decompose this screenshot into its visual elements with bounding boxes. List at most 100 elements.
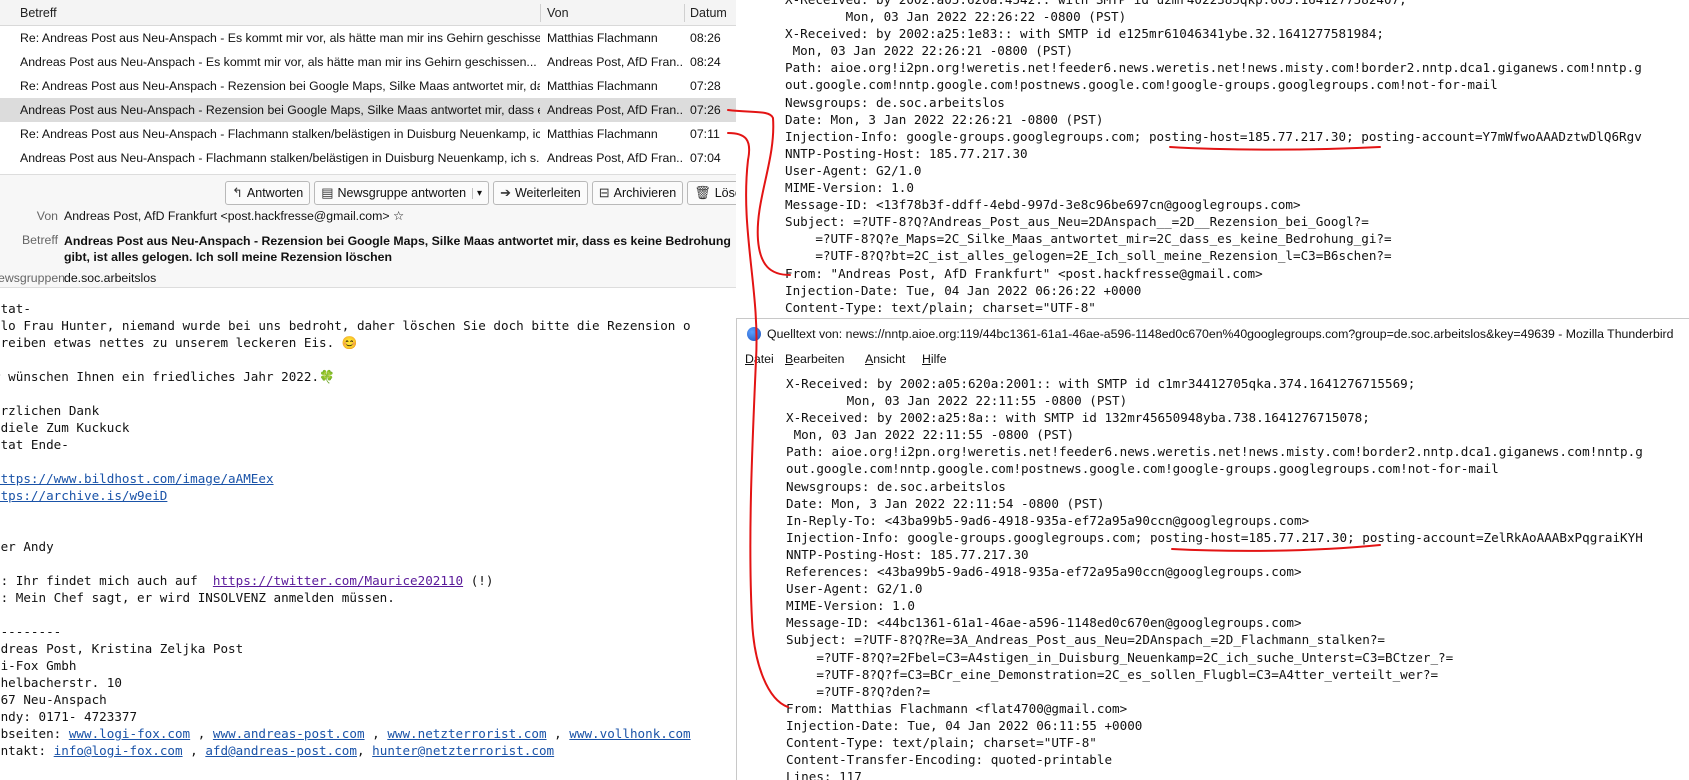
menu-edit[interactable]: Bearbeiten <box>785 352 844 366</box>
menu-view[interactable]: Ansicht <box>865 352 905 366</box>
column-from[interactable]: Von <box>547 6 569 20</box>
thread-row[interactable]: Andreas Post aus Neu-Anspach - Es kommt … <box>0 50 736 74</box>
reply-icon: ↰ <box>232 185 243 200</box>
reply-newsgroup-icon: ▤ <box>321 185 334 200</box>
source-line: In-Reply-To: <43ba99b5-9ad6-4918-935a-ef… <box>786 512 1310 528</box>
archive-icon: ⊟ <box>598 185 610 200</box>
source-text: X-Received: by 2002:a05:620a:4542:: with… <box>785 0 1642 316</box>
source-line: =?UTF-8?Q?bt=2C_ist_alles_gelogen=2E_Ich… <box>785 248 1392 264</box>
thread-subject: Andreas Post aus Neu-Anspach - Rezension… <box>20 103 540 117</box>
source-line: Message-ID: <13f78b3f-ddff-4ebd-997d-3e8… <box>785 197 1301 213</box>
window-titlebar[interactable]: Quelltext von: news://nntp.aioe.org:119/… <box>737 319 1689 349</box>
menu-bar: Datei Bearbeiten Ansicht Hilfe <box>737 349 1689 371</box>
thread-row[interactable]: Re: Andreas Post aus Neu-Anspach - Flach… <box>0 122 736 146</box>
source-line: Path: aioe.org!i2pn.org!weretis.net!feed… <box>786 444 1643 460</box>
source-line: User-Agent: G2/1.0 <box>786 581 923 597</box>
link[interactable]: https://www.bildhost.com/image/aAMEex <box>0 471 274 486</box>
delete-button[interactable]: 🗑 Löschen <box>687 181 736 205</box>
thread-row[interactable]: Re: Andreas Post aus Neu-Anspach - Es ko… <box>0 26 736 50</box>
from-label: Von <box>36 209 58 223</box>
from-value[interactable]: Andreas Post, AfD Frankfurt <post.hackfr… <box>64 209 404 223</box>
thread-row[interactable]: Re: Andreas Post aus Neu-Anspach - Rezen… <box>0 74 736 98</box>
reply-newsgroup-button[interactable]: ▤ Newsgruppe antworten ▾ <box>314 181 490 205</box>
source-line: Newsgroups: de.soc.arbeitslos <box>785 94 1005 110</box>
source-line: From: "Andreas Post, AfD Frankfurt" <pos… <box>785 265 1263 281</box>
thread-subject: Re: Andreas Post aus Neu-Anspach - Es ko… <box>20 31 540 45</box>
body-line: ner Andy <box>0 539 54 554</box>
body-line: llo Frau Hunter, niemand wurde bei uns b… <box>0 318 691 333</box>
thread-list: Re: Andreas Post aus Neu-Anspach - Es ko… <box>0 26 736 170</box>
delete-icon: 🗑 <box>694 185 711 200</box>
thread-date: 07:26 <box>690 103 721 117</box>
link[interactable]: www.netzterrorist.com <box>387 726 546 741</box>
source-line: NNTP-Posting-Host: 185.77.217.30 <box>786 546 1029 562</box>
link[interactable]: info@logi-fox.com <box>54 743 183 758</box>
link[interactable]: www.logi-fox.com <box>69 726 190 741</box>
thread-date: 07:11 <box>690 127 720 141</box>
thread-list-header: Betreff Von Datum <box>0 0 736 26</box>
link[interactable]: afd@andreas-post.com <box>205 743 357 758</box>
source-line: Message-ID: <44bc1361-61a1-46ae-a596-114… <box>786 615 1302 631</box>
source-line: =?UTF-8?Q?=2Fbel=C3=A4stigen_in_Duisburg… <box>786 649 1454 665</box>
source-line: =?UTF-8?Q?den?= <box>786 683 931 699</box>
source-line: Content-Transfer-Encoding: quoted-printa… <box>786 752 1113 768</box>
link[interactable]: www.andreas-post.com <box>213 726 365 741</box>
body-line: erzlichen Dank <box>0 403 100 418</box>
thread-date: 08:24 <box>690 55 721 69</box>
message-source-window-top: X-Received: by 2002:a05:620a:4542:: with… <box>736 0 1689 318</box>
body-line: ndreas Post, Kristina Zeljka Post <box>0 641 244 656</box>
thread-from: Matthias Flachmann <box>547 31 658 45</box>
body-line <box>0 606 736 623</box>
message-source-window-bottom: Quelltext von: news://nntp.aioe.org:119/… <box>736 318 1689 780</box>
body-line: chelbacherstr. 10 <box>0 675 122 690</box>
menu-help[interactable]: Hilfe <box>922 352 947 366</box>
body-line: sdiele Zum Kuckuck <box>0 420 130 435</box>
thread-date: 07:04 <box>690 151 721 165</box>
link[interactable]: https://twitter.com/Maurice202110 <box>213 573 463 588</box>
forward-button[interactable]: ➔ Weiterleiten <box>493 181 588 205</box>
message-reader-pane: Betreff Von Datum Re: Andreas Post aus N… <box>0 0 736 780</box>
body-line: ttps://archive.is/w9eiD <box>0 487 736 504</box>
thread-from: Matthias Flachmann <box>547 79 658 93</box>
source-line: Injection-Date: Tue, 04 Jan 2022 06:11:5… <box>786 717 1143 733</box>
source-line: Injection-Info: google-groups.googlegrou… <box>785 128 1642 144</box>
link[interactable]: www.vollhonk.com <box>569 726 690 741</box>
link[interactable]: hunter@netzterrorist.com <box>372 743 554 758</box>
thread-row[interactable]: Andreas Post aus Neu-Anspach - Flachmann… <box>0 146 736 170</box>
thread-from: Andreas Post, AfD Fran... <box>547 55 682 69</box>
subject-value: Andreas Post aus Neu-Anspach - Rezension… <box>64 234 731 264</box>
body-line <box>0 351 736 368</box>
source-line: Mon, 03 Jan 2022 22:26:21 -0800 (PST) <box>785 43 1074 59</box>
dropdown-icon[interactable]: ▾ <box>472 187 482 199</box>
thread-from: Andreas Post, AfD Fran... <box>547 151 682 165</box>
thread-date: 07:28 <box>690 79 721 93</box>
source-line: Path: aioe.org!i2pn.org!weretis.net!feed… <box>785 60 1642 76</box>
source-line: Subject: =?UTF-8?Q?Andreas_Post_aus_Neu=… <box>785 214 1369 230</box>
reply-button[interactable]: ↰ Antworten <box>225 181 311 205</box>
thread-from: Andreas Post, AfD Fran... <box>547 103 682 117</box>
column-date[interactable]: Datum <box>690 6 727 20</box>
thread-subject: Andreas Post aus Neu-Anspach - Flachmann… <box>20 151 540 165</box>
body-line: itat Ende- <box>0 437 69 452</box>
source-line: Lines: 117 <box>786 769 862 780</box>
body-line <box>0 453 736 470</box>
body-line: andy: 0171- 4723377 <box>0 709 138 724</box>
source-line: MIME-Version: 1.0 <box>786 598 915 614</box>
newsgroups-value[interactable]: de.soc.arbeitslos <box>64 271 156 285</box>
source-line: X-Received: by 2002:a05:620a:2001:: with… <box>786 376 1416 391</box>
archive-button[interactable]: ⊟ Archivieren <box>591 181 684 205</box>
source-line: out.google.com!nntp.google.com!postnews.… <box>785 77 1498 93</box>
source-line: =?UTF-8?Q?f=C3=BCr_eine_Demonstration=2C… <box>786 666 1439 682</box>
source-line: Subject: =?UTF-8?Q?Re=3A_Andreas_Post_au… <box>786 632 1385 648</box>
source-line: Injection-Date: Tue, 04 Jan 2022 06:26:2… <box>785 282 1142 298</box>
source-line: User-Agent: G2/1.0 <box>785 162 922 178</box>
link[interactable]: ttps://archive.is/w9eiD <box>0 488 167 503</box>
source-line: =?UTF-8?Q?e_Maps=2C_Silke_Maas_antwortet… <box>785 231 1392 247</box>
body-line: S: Mein Chef sagt, er wird INSOLVENZ anm… <box>0 590 395 605</box>
star-icon[interactable]: ☆ <box>393 209 404 223</box>
thread-subject: Andreas Post aus Neu-Anspach - Es kommt … <box>20 55 537 69</box>
menu-file[interactable]: Datei <box>745 352 774 366</box>
thread-row-selected[interactable]: Andreas Post aus Neu-Anspach - Rezension… <box>0 98 736 122</box>
column-subject[interactable]: Betreff <box>20 6 57 20</box>
source-line: Newsgroups: de.soc.arbeitslos <box>786 478 1006 494</box>
